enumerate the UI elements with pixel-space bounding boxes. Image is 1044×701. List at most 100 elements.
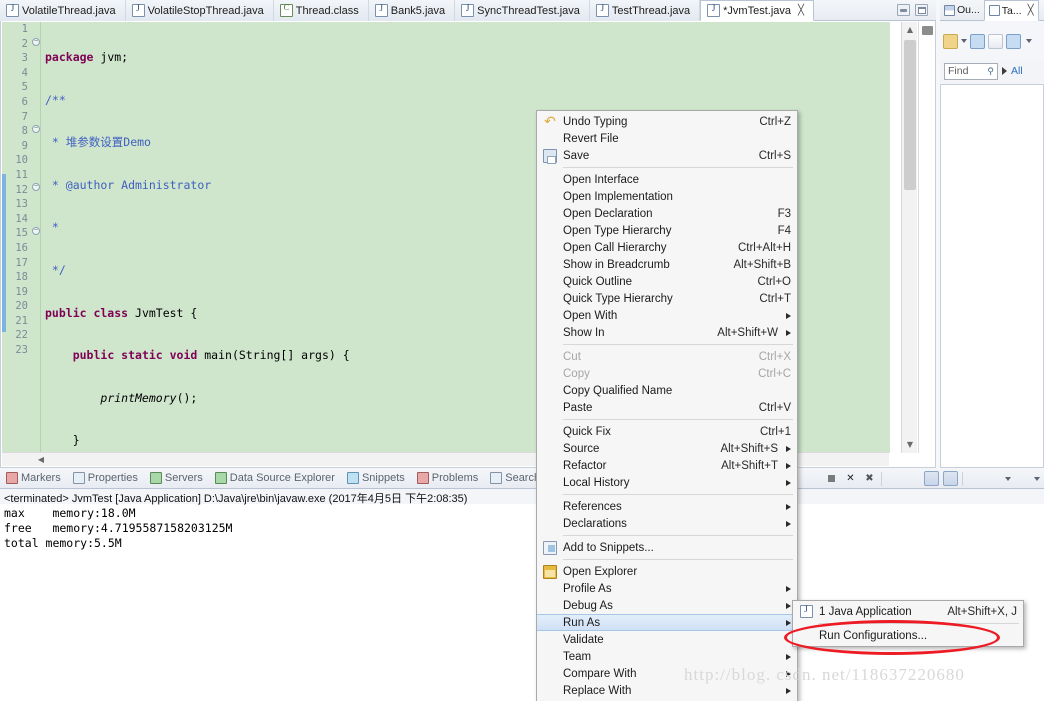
menu-item-run-as[interactable]: Run As <box>537 614 797 631</box>
fold-marker-icon[interactable]: − <box>32 183 40 191</box>
menu-icon-slot <box>537 307 563 324</box>
overview-ruler[interactable] <box>918 22 935 453</box>
menu-item-open-call-hierarchy[interactable]: Open Call Hierarchy Ctrl+Alt+H <box>537 239 797 256</box>
task-list-body[interactable] <box>940 84 1044 468</box>
menu-item-add-to-snippets[interactable]: Add to Snippets... <box>537 539 797 556</box>
tab-outline[interactable]: Ou... <box>940 0 984 20</box>
menu-item-validate[interactable]: Validate <box>537 631 797 648</box>
minimize-button[interactable] <box>897 4 910 16</box>
display-selected-console-icon[interactable] <box>986 471 1001 486</box>
menu-item-debug-as[interactable]: Debug As <box>537 597 797 614</box>
remove-all-launches-icon[interactable] <box>862 471 877 486</box>
editor-tab-bar: VolatileThread.java VolatileStopThread.j… <box>0 0 936 21</box>
tab-label: Properties <box>87 472 138 484</box>
editor-tab-volatilethread[interactable]: VolatileThread.java <box>0 0 126 21</box>
console-output-text[interactable]: max memory:18.0M free memory:4.719558715… <box>4 506 1040 551</box>
open-console-icon[interactable] <box>1015 471 1030 486</box>
tab-task-list[interactable]: Ta... ╳ <box>983 0 1039 21</box>
change-bar <box>2 174 6 332</box>
folding-gutter[interactable]: − − − − <box>31 22 41 453</box>
close-icon[interactable]: ╳ <box>798 5 804 16</box>
menu-item-java-application[interactable]: 1 Java Application Alt+Shift+X, J <box>793 603 1023 620</box>
scroll-lock-icon[interactable] <box>905 471 920 486</box>
menu-item-open-interface[interactable]: Open Interface <box>537 171 797 188</box>
tab-problems[interactable]: Problems <box>411 468 484 488</box>
menu-icon-slot <box>793 603 819 620</box>
menu-icon-slot <box>537 423 563 440</box>
fold-marker-icon[interactable]: − <box>32 38 40 46</box>
find-input[interactable]: Find ⚲ <box>944 62 998 80</box>
menu-item-quick-outline[interactable]: Quick Outline Ctrl+O <box>537 273 797 290</box>
tab-markers[interactable]: Markers <box>0 468 67 488</box>
chevron-down-icon[interactable] <box>1005 476 1011 481</box>
filter-all-link[interactable]: All <box>1011 65 1023 77</box>
menu-item-quick-type-hierarchy[interactable]: Quick Type Hierarchy Ctrl+T <box>537 290 797 307</box>
line-number: 8 <box>21 125 28 138</box>
editor-tab-threadclass[interactable]: Thread.class <box>273 0 369 21</box>
expand-arrow-icon[interactable] <box>1002 67 1007 75</box>
fold-marker-icon[interactable]: − <box>32 227 40 235</box>
menu-item-run-configurations[interactable]: Run Configurations... <box>793 627 1023 644</box>
scheduled-view-icon[interactable] <box>988 33 1003 49</box>
scroll-left-icon[interactable]: ◀ <box>34 453 48 467</box>
menu-item-open-explorer[interactable]: Open Explorer <box>537 563 797 580</box>
menu-item-paste[interactable]: Paste Ctrl+V <box>537 399 797 416</box>
tab-label: Problems <box>431 472 479 484</box>
menu-item-show-in-breadcrumb[interactable]: Show in Breadcrumb Alt+Shift+B <box>537 256 797 273</box>
terminate-icon[interactable] <box>824 471 839 486</box>
search-icon[interactable]: ⚲ <box>987 66 994 77</box>
menu-item-local-history[interactable]: Local History <box>537 474 797 491</box>
menu-item-open-implementation[interactable]: Open Implementation <box>537 188 797 205</box>
maximize-button[interactable] <box>915 4 928 16</box>
fold-marker-icon[interactable]: − <box>32 125 40 133</box>
view-menu-icon[interactable] <box>1026 39 1032 43</box>
scroll-down-icon[interactable]: ▼ <box>902 437 918 453</box>
new-task-icon[interactable] <box>943 33 958 49</box>
tab-servers[interactable]: Servers <box>144 468 209 488</box>
menu-item-open-type-hierarchy[interactable]: Open Type Hierarchy F4 <box>537 222 797 239</box>
menu-item-references[interactable]: References <box>537 498 797 515</box>
close-icon[interactable]: ╳ <box>1028 5 1034 16</box>
tab-data-source-explorer[interactable]: Data Source Explorer <box>209 468 341 488</box>
scroll-up-icon[interactable]: ▲ <box>902 22 918 38</box>
menu-separator <box>563 559 793 560</box>
menu-item-refactor[interactable]: Refactor Alt+Shift+T <box>537 457 797 474</box>
clear-console-icon[interactable] <box>886 471 901 486</box>
editor-vertical-scrollbar[interactable]: ▲ ▼ <box>901 22 917 453</box>
remove-launch-icon[interactable] <box>843 471 858 486</box>
menu-icon-slot <box>537 474 563 491</box>
editor-tab-testthread[interactable]: TestThread.java <box>589 0 701 21</box>
editor-tab-syncthreadtest[interactable]: SyncThreadTest.java <box>455 0 590 21</box>
menu-icon-slot <box>537 290 563 307</box>
bottom-panel-tab-bar: Markers Properties Servers Data Source E… <box>0 468 1044 489</box>
show-console-on-error-icon[interactable] <box>943 471 958 486</box>
pin-console-icon[interactable] <box>967 471 982 486</box>
menu-item-quick-fix[interactable]: Quick Fix Ctrl+1 <box>537 423 797 440</box>
menu-item-source[interactable]: Source Alt+Shift+S <box>537 440 797 457</box>
menu-item-team[interactable]: Team <box>537 648 797 665</box>
submenu-arrow-icon <box>786 479 791 486</box>
scrollbar-thumb[interactable] <box>904 40 916 190</box>
tab-snippets[interactable]: Snippets <box>341 468 411 488</box>
editor-tab-volatilestopthread[interactable]: VolatileStopThread.java <box>125 0 274 21</box>
chevron-down-icon[interactable] <box>1034 476 1040 481</box>
menu-item-undo-typing[interactable]: Undo Typing Ctrl+Z <box>537 113 797 130</box>
tab-properties[interactable]: Properties <box>67 468 144 488</box>
editor-tab-jvmtest[interactable]: *JvmTest.java ╳ <box>700 0 815 21</box>
menu-item-open-with[interactable]: Open With <box>537 307 797 324</box>
chevron-down-icon[interactable] <box>961 39 967 43</box>
menu-item-revert-file[interactable]: Revert File <box>537 130 797 147</box>
menu-item-save[interactable]: Save Ctrl+S <box>537 147 797 164</box>
show-console-on-output-icon[interactable] <box>924 471 939 486</box>
categorized-view-icon[interactable] <box>970 33 985 49</box>
menu-item-copy-qualified-name[interactable]: Copy Qualified Name <box>537 382 797 399</box>
save-icon <box>543 148 557 164</box>
menu-item-show-in[interactable]: Show In Alt+Shift+W <box>537 324 797 341</box>
editor-tab-bank5[interactable]: Bank5.java <box>368 0 456 21</box>
menu-item-open-declaration[interactable]: Open Declaration F3 <box>537 205 797 222</box>
menu-item-declarations[interactable]: Declarations <box>537 515 797 532</box>
undo-icon <box>543 115 557 129</box>
submenu-arrow-icon <box>786 619 791 626</box>
synchronize-icon[interactable] <box>1006 33 1021 49</box>
menu-item-profile-as[interactable]: Profile As <box>537 580 797 597</box>
